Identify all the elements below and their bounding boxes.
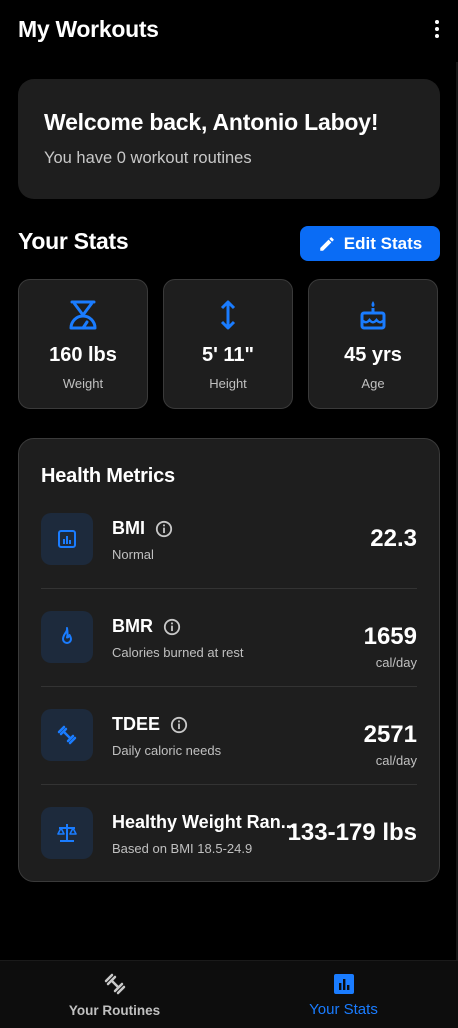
divider <box>41 784 417 785</box>
app-bar: My Workouts <box>0 0 458 62</box>
nav-your-stats[interactable]: Your Stats <box>229 961 458 1028</box>
bmi-name-wrap: BMI <box>112 518 173 539</box>
height-icon <box>220 300 236 330</box>
nav-your-routines-label: Your Routines <box>68 1003 161 1018</box>
welcome-subtitle: You have 0 workout routines <box>44 149 252 167</box>
flame-icon <box>41 611 93 663</box>
welcome-heading: Welcome back, Antonio Laboy! <box>44 109 379 135</box>
healthy-weight-name-wrap: Healthy Weight Ran... <box>112 812 296 833</box>
balance-icon <box>41 807 93 859</box>
healthy-weight-desc: Based on BMI 18.5-24.9 <box>112 841 253 856</box>
divider <box>41 686 417 687</box>
tdee-desc: Daily caloric needs <box>112 743 222 758</box>
bmi-desc: Normal <box>112 547 154 562</box>
pencil-icon <box>320 236 334 251</box>
bottom-navigation: Your Routines Your Stats <box>0 960 458 1028</box>
dumbbell-icon <box>41 709 93 761</box>
tdee-name-wrap: TDEE <box>112 714 188 735</box>
edit-stats-label: Edit Stats <box>343 233 423 253</box>
cake-icon <box>360 301 386 330</box>
bmi-name: BMI <box>112 518 145 538</box>
info-icon[interactable] <box>155 520 173 538</box>
more-vert-icon[interactable] <box>430 20 444 42</box>
bmi-value: 22.3 <box>370 525 417 552</box>
age-card[interactable]: 45 yrs Age <box>308 279 438 409</box>
tdee-row[interactable]: TDEE Daily caloric needs 2571 cal/day <box>41 709 417 807</box>
height-label: Height <box>209 376 247 391</box>
bar-chart-icon <box>333 974 354 994</box>
info-icon[interactable] <box>170 716 188 734</box>
healthy-weight-name: Healthy Weight Ran... <box>112 812 296 832</box>
weight-card[interactable]: 160 lbs Weight <box>18 279 148 409</box>
stats-section-title: Your Stats <box>18 228 129 254</box>
bmi-row[interactable]: BMI Normal 22.3 <box>41 513 417 611</box>
page-title: My Workouts <box>18 16 159 42</box>
analytics-icon <box>41 513 93 565</box>
bmr-name: BMR <box>112 616 153 636</box>
info-icon[interactable] <box>163 618 181 636</box>
dumbbell-icon <box>104 973 125 995</box>
nav-your-routines[interactable]: Your Routines <box>0 961 229 1028</box>
health-metrics-title: Health Metrics <box>41 465 175 487</box>
height-value: 5' 11" <box>201 344 255 366</box>
bmr-desc: Calories burned at rest <box>112 645 244 660</box>
bmr-row[interactable]: BMR Calories burned at rest 1659 cal/day <box>41 611 417 709</box>
health-metrics-card: Health Metrics BMI Normal 22.3 BMR Calor… <box>18 438 440 882</box>
tdee-unit: cal/day <box>375 753 417 768</box>
tdee-value: 2571 <box>363 721 417 748</box>
bmr-name-wrap: BMR <box>112 616 181 637</box>
age-value: 45 yrs <box>344 344 402 366</box>
welcome-card: Welcome back, Antonio Laboy! You have 0 … <box>18 79 440 199</box>
nav-your-stats-label: Your Stats <box>309 1001 378 1018</box>
bmr-value: 1659 <box>363 623 417 650</box>
weight-value: 160 lbs <box>49 344 117 366</box>
divider <box>41 588 417 589</box>
height-card[interactable]: 5' 11" Height <box>163 279 293 409</box>
age-label: Age <box>361 376 385 391</box>
scale-icon <box>69 300 97 330</box>
edit-stats-button[interactable]: Edit Stats <box>300 226 440 261</box>
healthy-weight-row[interactable]: Healthy Weight Ran... Based on BMI 18.5-… <box>41 807 417 905</box>
bmr-unit: cal/day <box>375 655 417 670</box>
weight-label: Weight <box>62 376 104 391</box>
healthy-weight-value: 133-179 lbs <box>287 819 417 846</box>
tdee-name: TDEE <box>112 714 161 734</box>
